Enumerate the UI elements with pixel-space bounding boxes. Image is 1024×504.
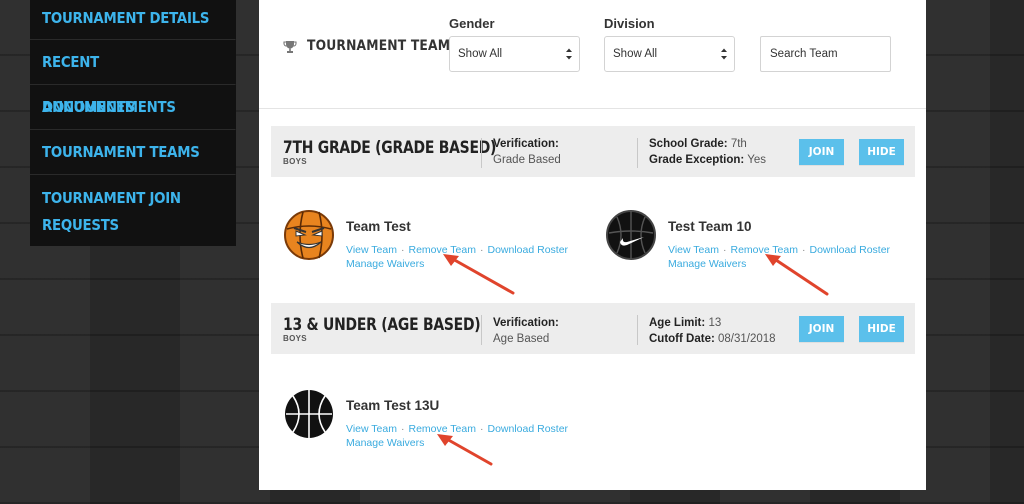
divider	[637, 138, 638, 168]
separator-dot: ·	[722, 244, 727, 256]
select-arrows-icon	[721, 48, 727, 60]
verification-label: Verification:	[493, 138, 559, 150]
download-roster-link[interactable]: Download Roster	[488, 244, 569, 256]
division-filter-label: Division	[604, 16, 655, 31]
division-header: 7TH GRADE (GRADE BASED) BOYS Verificatio…	[271, 126, 915, 177]
separator-dot: ·	[480, 423, 484, 435]
remove-team-link[interactable]: Remove Team	[408, 423, 476, 435]
separator-dot: ·	[480, 244, 484, 256]
select-arrows-icon	[566, 48, 572, 60]
division-header: 13 & UNDER (AGE BASED) BOYS Verification…	[271, 303, 915, 354]
sidebar-item-tournament-join-requests[interactable]: TOURNAMENT JOIN REQUESTS	[30, 175, 235, 245]
manage-waivers-link[interactable]: Manage Waivers	[346, 437, 424, 449]
panel-header: TOURNAMENT TEAMS Gender Show All Divisio…	[259, 0, 926, 109]
school-grade: School Grade: 7th	[649, 138, 747, 150]
team-name: Team Test 13U	[346, 398, 440, 413]
separator-dot: ·	[400, 423, 405, 435]
team-actions: View Team · Remove Team · Download Roster Ma…	[668, 243, 890, 271]
remove-team-link[interactable]: Remove Team	[408, 244, 476, 256]
team-actions: View Team · Remove Team · Download Roster Ma…	[346, 422, 568, 450]
verification-value: Grade Based	[493, 154, 561, 166]
join-button[interactable]: JOIN	[799, 316, 844, 342]
view-team-link[interactable]: View Team	[346, 244, 397, 256]
view-team-link[interactable]: View Team	[346, 423, 397, 435]
angry-basketball-logo-icon	[284, 210, 334, 260]
team-name: Test Team 10	[668, 219, 752, 234]
separator-dot: ·	[802, 244, 806, 256]
gender-filter-label: Gender	[449, 16, 495, 31]
team-card: Test Team 10 View Team · Remove Team · Downl…	[605, 209, 895, 279]
team-card: Team Test View Team · Remove Team · Download…	[283, 209, 573, 279]
divider	[637, 315, 638, 345]
cutoff-date: Cutoff Date: 08/31/2018	[649, 333, 776, 345]
team-card: Team Test 13U View Team · Remove Team · Down…	[283, 388, 573, 458]
tournament-teams-panel: TOURNAMENT TEAMS Gender Show All Divisio…	[259, 0, 926, 490]
sidebar-item-tournament-details[interactable]: TOURNAMENT DETAILS	[30, 0, 236, 40]
manage-waivers-link[interactable]: Manage Waivers	[346, 258, 424, 270]
download-roster-link[interactable]: Download Roster	[488, 423, 569, 435]
division-select[interactable]: Show All	[604, 36, 735, 72]
sidebar-item-tournament-teams[interactable]: TOURNAMENT TEAMS	[30, 130, 236, 175]
sidebar: TOURNAMENT DETAILS RECENT ANNOUNCEMENTS …	[30, 0, 236, 246]
separator-dot: ·	[400, 244, 405, 256]
division-select-value: Show All	[613, 48, 658, 60]
division-gender: BOYS	[283, 334, 307, 343]
join-button[interactable]: JOIN	[799, 139, 844, 165]
division-name: 13 & UNDER (AGE BASED)	[283, 315, 481, 335]
hide-button[interactable]: HIDE	[859, 316, 904, 342]
sidebar-item-recent-announcements[interactable]: RECENT ANNOUNCEMENTS	[30, 40, 236, 116]
trophy-icon	[283, 41, 297, 53]
grade-exception: Grade Exception: Yes	[649, 154, 766, 166]
search-team-input[interactable]	[760, 36, 891, 72]
verification-label: Verification:	[493, 317, 559, 329]
verification-value: Age Based	[493, 333, 550, 345]
remove-team-link[interactable]: Remove Team	[730, 244, 798, 256]
divider	[481, 315, 482, 345]
download-roster-link[interactable]: Download Roster	[810, 244, 891, 256]
sidebar-item-documents[interactable]: DOCUMENTS	[30, 85, 236, 130]
gender-select-value: Show All	[458, 48, 503, 60]
sidebar-item-label-line2: REQUESTS	[42, 216, 119, 234]
black-basketball-logo-icon	[285, 390, 333, 438]
gender-select[interactable]: Show All	[449, 36, 580, 72]
age-limit: Age Limit: 13	[649, 317, 722, 329]
team-actions: View Team · Remove Team · Download Roster Ma…	[346, 243, 568, 271]
view-team-link[interactable]: View Team	[668, 244, 719, 256]
team-name: Team Test	[346, 219, 411, 234]
manage-waivers-link[interactable]: Manage Waivers	[668, 258, 746, 270]
division-gender: BOYS	[283, 157, 307, 166]
nike-basketball-logo-icon	[606, 210, 656, 260]
sidebar-item-label-line1: TOURNAMENT JOIN	[42, 189, 181, 207]
page-title: TOURNAMENT TEAMS	[307, 38, 460, 54]
hide-button[interactable]: HIDE	[859, 139, 904, 165]
division-name: 7TH GRADE (GRADE BASED)	[283, 138, 497, 158]
divider	[481, 138, 482, 168]
